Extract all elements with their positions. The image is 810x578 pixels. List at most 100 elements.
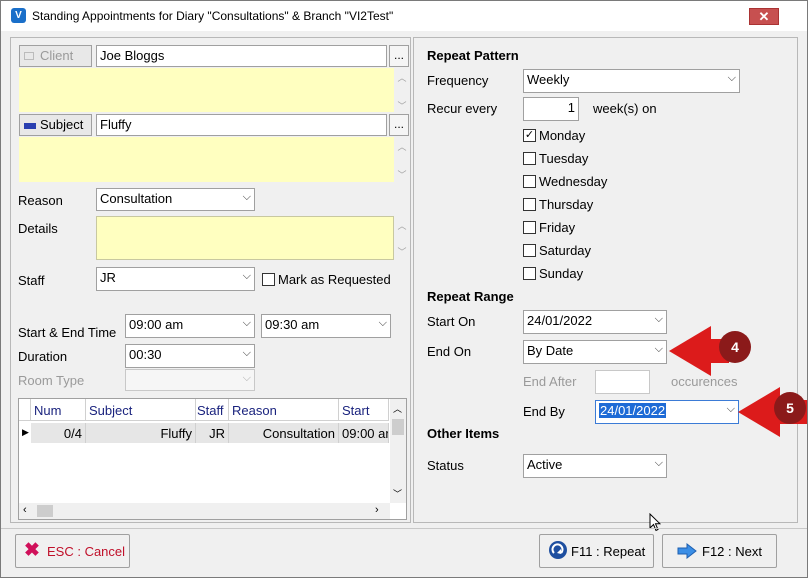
saturday-label: Saturday [539,243,592,258]
mouse-cursor-icon [649,512,662,535]
wednesday-checkbox[interactable] [523,175,536,188]
grid-header-subject-text: Subject [89,403,133,418]
grid-header-num[interactable]: Num [31,399,86,421]
reason-select[interactable]: Consultation ⌵ [96,188,255,211]
cancel-button-label: ESC : Cancel [47,544,126,559]
cancel-button[interactable]: ✖ ESC : Cancel [15,534,130,568]
end-on-select[interactable]: By Date ⌵ [523,340,667,364]
cancel-x-icon: ✖ [24,540,40,561]
start-time-select[interactable]: 09:00 am ⌵ [125,314,255,338]
reason-label: Reason [18,193,63,208]
grid-scroll-up-icon[interactable]: ︿ [393,402,402,415]
row-pointer-icon: ▶ [22,427,29,437]
subject-notes-scroll-up-icon[interactable]: ︿ [396,140,408,153]
start-time-value: 09:00 am [129,317,184,332]
monday-checkbox[interactable]: ✓ [523,129,536,142]
other-items-heading: Other Items [427,426,500,441]
thursday-checkbox[interactable] [523,198,536,211]
chevron-down-icon: ⌵ [242,270,251,282]
client-notes-area[interactable] [19,68,394,112]
grid-vscrollbar[interactable]: ︿ ﹀ [390,399,406,503]
grid-scroll-thumb[interactable] [392,419,404,435]
grid-hscrollbar[interactable]: ‹ › [19,503,390,519]
grid-scroll-right-icon[interactable]: › [375,504,379,516]
cell-staff: JR [196,423,229,443]
recur-every-label: Recur every [427,101,498,116]
end-after-input [595,370,650,394]
duration-select[interactable]: 00:30 ⌵ [125,344,255,368]
staff-label: Staff [18,273,45,288]
client-button[interactable]: Client [19,45,92,67]
grid-header-indicator [19,399,31,421]
start-end-time-label: Start & End Time [18,325,117,340]
grid-header-start-text: Start [342,403,370,418]
frequency-value: Weekly [527,72,570,87]
subject-icon [24,122,36,129]
mark-as-requested-label: Mark as Requested [278,272,391,287]
subject-notes-scroll-down-icon[interactable]: ﹀ [396,168,408,181]
chevron-down-icon: ⌵ [378,317,387,329]
client-lookup-button[interactable]: ... [389,45,409,67]
grid-header-staff[interactable]: Staff [196,399,229,421]
subject-button-label: Subject [40,117,84,132]
tuesday-checkbox[interactable] [523,152,536,165]
window-title: Standing Appointments for Diary "Consult… [32,9,394,23]
frequency-label: Frequency [427,73,489,88]
wednesday-label: Wednesday [539,174,608,189]
client-notes-scroll-down-icon[interactable]: ﹀ [396,99,408,112]
grid-hscroll-thumb[interactable] [37,505,53,517]
start-on-date[interactable]: 24/01/2022 ⌵ [523,310,667,334]
friday-checkbox[interactable] [523,221,536,234]
sunday-checkbox[interactable] [523,267,536,280]
details-scroll-down-icon[interactable]: ﹀ [396,245,408,258]
arrow-right-icon [677,542,697,562]
cell-reason: Consultation [229,423,339,443]
duration-label: Duration [18,349,68,364]
client-field[interactable]: Joe Bloggs [96,45,387,67]
mark-as-requested-checkbox[interactable] [262,273,275,286]
repeat-pattern-heading: Repeat Pattern [427,48,519,63]
monday-label: Monday [539,128,586,143]
friday-label: Friday [539,220,576,235]
end-time-select[interactable]: 09:30 am ⌵ [261,314,391,338]
reason-value: Consultation [100,191,173,206]
status-value: Active [527,457,563,472]
chevron-down-icon: ⌵ [242,191,251,203]
saturday-checkbox[interactable] [523,244,536,257]
footer-divider [1,528,807,529]
chevron-down-icon: ⌵ [654,313,663,325]
end-by-value: 24/01/2022 [599,403,667,418]
close-button[interactable]: ✕ [749,8,779,25]
grid-scroll-down-icon[interactable]: ﹀ [393,487,402,500]
subject-field[interactable]: Fluffy [96,114,387,136]
subject-button[interactable]: Subject [19,114,92,136]
sunday-label: Sunday [539,266,584,281]
room-type-select: ⌵ [125,369,255,391]
status-select[interactable]: Active ⌵ [523,454,667,478]
end-on-label: End On [427,344,472,359]
frequency-select[interactable]: Weekly ⌵ [523,69,740,93]
duration-value: 00:30 [129,347,162,362]
chevron-down-icon: ⌵ [242,317,251,329]
subject-notes-area[interactable] [19,137,394,182]
grid-header-reason[interactable]: Reason [229,399,339,421]
subject-lookup-button[interactable]: ... [389,114,409,136]
details-field[interactable] [96,216,394,260]
recur-suffix-label: week(s) on [593,101,657,116]
start-on-value: 24/01/2022 [527,313,593,328]
repeat-button[interactable]: F11 : Repeat [539,534,654,568]
staff-select[interactable]: JR ⌵ [96,267,255,291]
client-button-label: Client [40,48,74,63]
grid-header-num-text: Num [34,403,62,418]
appointments-grid[interactable]: Num Subject Staff Reason Start ▶ 0/4 Flu… [18,398,407,520]
details-scroll-up-icon[interactable]: ︿ [396,219,408,232]
grid-header-start[interactable]: Start [339,399,389,421]
tuesday-label: Tuesday [539,151,589,166]
cell-num: 0/4 [31,423,86,443]
next-button[interactable]: F12 : Next [662,534,777,568]
grid-header-subject[interactable]: Subject [86,399,196,421]
client-notes-scroll-up-icon[interactable]: ︿ [396,71,408,84]
grid-scroll-left-icon[interactable]: ‹ [23,504,27,516]
recur-every-input[interactable]: 1 [523,97,579,121]
end-by-date[interactable]: 24/01/2022 ⌵ [595,400,739,424]
